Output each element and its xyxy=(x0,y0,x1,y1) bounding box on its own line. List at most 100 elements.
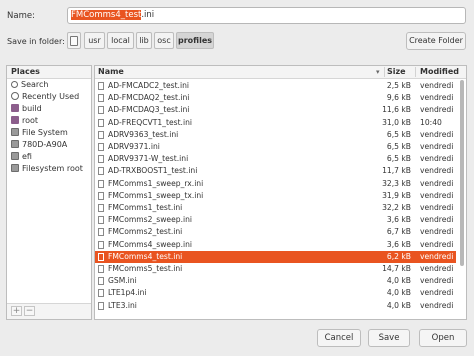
file-size: 2,5 kB xyxy=(386,81,411,90)
drive-icon xyxy=(11,152,19,160)
file-row[interactable]: ADRV9371.ini 6,5 kB vendredi xyxy=(95,141,456,153)
file-icon xyxy=(98,265,104,273)
file-row[interactable]: FMComms2_sweep.ini 3,6 kB vendredi xyxy=(95,214,456,226)
file-row[interactable]: AD-FMCADC2_test.ini 2,5 kB vendredi xyxy=(95,80,456,92)
file-size: 32,2 kB xyxy=(382,203,411,212)
file-modified: vendredi xyxy=(420,166,454,176)
file-name: AD-FMCDAQ2_test.ini xyxy=(108,93,190,103)
places-sidebar: Places Search Recently Used build root F… xyxy=(6,65,92,320)
place-item-search[interactable]: Search xyxy=(7,79,91,91)
file-name: FMComms2_sweep.ini xyxy=(108,215,193,225)
file-name: FMComms1_test.ini xyxy=(108,203,183,212)
place-item-780d-a90a[interactable]: 780D-A90A xyxy=(7,139,91,151)
file-row[interactable]: FMComms4_sweep.ini 3,6 kB vendredi xyxy=(95,239,456,251)
text-entry-toggle-icon xyxy=(70,36,78,46)
file-name: FMComms4_test.ini xyxy=(108,251,183,261)
file-modified: vendredi xyxy=(420,93,454,103)
file-modified: vendredi xyxy=(420,276,454,286)
file-row[interactable]: FMComms1_sweep_tx.ini 31,9 kB vendredi xyxy=(95,190,456,202)
file-row[interactable]: AD-FMCDAQ3_test.ini 11,6 kB vendredi xyxy=(95,104,456,116)
file-icon xyxy=(98,252,104,261)
file-modified: vendredi xyxy=(420,227,454,237)
file-name: AD-FREQCVT1_test.ini xyxy=(108,117,192,127)
breadcrumb-local[interactable]: local xyxy=(107,32,134,49)
place-item-file-system[interactable]: File System xyxy=(7,127,91,139)
file-size: 6,2 kB xyxy=(386,251,411,261)
file-icon xyxy=(98,106,104,115)
file-row[interactable]: FMComms1_sweep_rx.ini 32,3 kB vendredi xyxy=(95,178,456,190)
breadcrumb-usr[interactable]: usr xyxy=(84,32,105,49)
file-modified: vendredi xyxy=(420,81,454,90)
file-icon xyxy=(98,204,104,212)
file-modified: 10:40 xyxy=(420,117,442,127)
file-list[interactable]: Name ▾ Size Modified AD-FMCADC2_test.ini… xyxy=(94,65,467,320)
file-row-selected[interactable]: FMComms4_test.ini 6,2 kB vendredi xyxy=(95,250,456,263)
breadcrumb-lib[interactable]: lib xyxy=(136,32,152,49)
column-divider xyxy=(415,67,416,77)
file-name: AD-TRXBOOST1_test.ini xyxy=(108,166,198,176)
file-row[interactable]: FMComms2_test.ini 6,7 kB vendredi xyxy=(95,226,456,238)
save-button[interactable]: Save xyxy=(368,329,410,347)
file-size: 31,0 kB xyxy=(382,117,411,127)
file-modified: vendredi xyxy=(420,300,454,310)
file-row[interactable]: FMComms5_test.ini 14,7 kB vendredi xyxy=(95,263,456,275)
file-name: ADRV9363_test.ini xyxy=(108,129,179,139)
file-modified: vendredi xyxy=(420,154,454,164)
file-row[interactable]: AD-FREQCVT1_test.ini 31,0 kB 10:40 xyxy=(95,117,456,129)
file-icon xyxy=(98,216,104,225)
file-size: 32,3 kB xyxy=(382,178,411,188)
place-label: 780D-A90A xyxy=(22,140,68,149)
file-icon xyxy=(98,167,104,176)
file-name: FMComms4_sweep.ini xyxy=(108,239,193,249)
cancel-button[interactable]: Cancel xyxy=(317,329,361,347)
add-bookmark-button[interactable]: + xyxy=(11,306,22,316)
file-name: AD-FMCADC2_test.ini xyxy=(108,81,190,90)
filename-input[interactable]: FMComms4_test.ini xyxy=(67,7,466,24)
place-item-efi[interactable]: efi xyxy=(7,151,91,163)
file-modified: vendredi xyxy=(420,142,454,151)
column-header-name[interactable]: Name xyxy=(98,66,124,78)
save-in-folder-label: Save in folder: xyxy=(7,37,65,46)
file-name: ADRV9371.ini xyxy=(108,142,160,151)
place-item-root[interactable]: root xyxy=(7,115,91,127)
folder-icon xyxy=(11,116,19,124)
file-icon xyxy=(98,82,104,90)
breadcrumb-osc[interactable]: osc xyxy=(154,32,174,49)
file-size: 6,7 kB xyxy=(386,227,411,237)
file-row[interactable]: AD-TRXBOOST1_test.ini 11,7 kB vendredi xyxy=(95,165,456,177)
remove-bookmark-button[interactable]: − xyxy=(24,306,35,316)
place-item-recently-used[interactable]: Recently Used xyxy=(7,91,91,103)
file-size: 4,0 kB xyxy=(386,288,411,298)
file-row[interactable]: FMComms1_test.ini 32,2 kB vendredi xyxy=(95,202,456,214)
file-size: 3,6 kB xyxy=(386,215,411,225)
file-row[interactable]: ADRV9363_test.ini 6,5 kB vendredi xyxy=(95,129,456,141)
file-row[interactable]: GSM.ini 4,0 kB vendredi xyxy=(95,275,456,287)
file-name: ADRV9371-W_test.ini xyxy=(108,154,189,164)
path-toggle-button[interactable] xyxy=(67,32,81,49)
places-footer: + − xyxy=(7,303,91,319)
vertical-scrollbar[interactable] xyxy=(460,80,464,266)
place-item-build[interactable]: build xyxy=(7,103,91,115)
file-name: FMComms5_test.ini xyxy=(108,264,183,273)
file-name: AD-FMCDAQ3_test.ini xyxy=(108,105,190,115)
file-list-header: Name ▾ Size Modified xyxy=(95,66,466,79)
file-row[interactable]: LTE1p4.ini 4,0 kB vendredi xyxy=(95,287,456,299)
file-row[interactable]: ADRV9371-W_test.ini 6,5 kB vendredi xyxy=(95,153,456,165)
sort-descending-icon: ▾ xyxy=(376,68,380,76)
place-item-filesystem-root[interactable]: Filesystem root xyxy=(7,163,91,175)
file-icon xyxy=(98,143,104,151)
open-button[interactable]: Open xyxy=(419,329,467,347)
column-header-modified[interactable]: Modified xyxy=(420,66,459,78)
file-name: FMComms1_sweep_rx.ini xyxy=(108,178,204,188)
file-icon xyxy=(98,94,104,103)
breadcrumb-profiles[interactable]: profiles xyxy=(176,32,214,49)
file-row[interactable]: AD-FMCDAQ2_test.ini 9,6 kB vendredi xyxy=(95,92,456,104)
file-size: 11,6 kB xyxy=(382,105,411,115)
file-size: 4,0 kB xyxy=(386,300,411,310)
file-modified: vendredi xyxy=(420,264,454,273)
create-folder-button[interactable]: Create Folder xyxy=(406,32,466,50)
file-icon xyxy=(98,118,104,127)
file-row[interactable]: LTE3.ini 4,0 kB vendredi xyxy=(95,300,456,312)
place-label: Search xyxy=(21,80,49,89)
file-icon xyxy=(98,191,104,200)
